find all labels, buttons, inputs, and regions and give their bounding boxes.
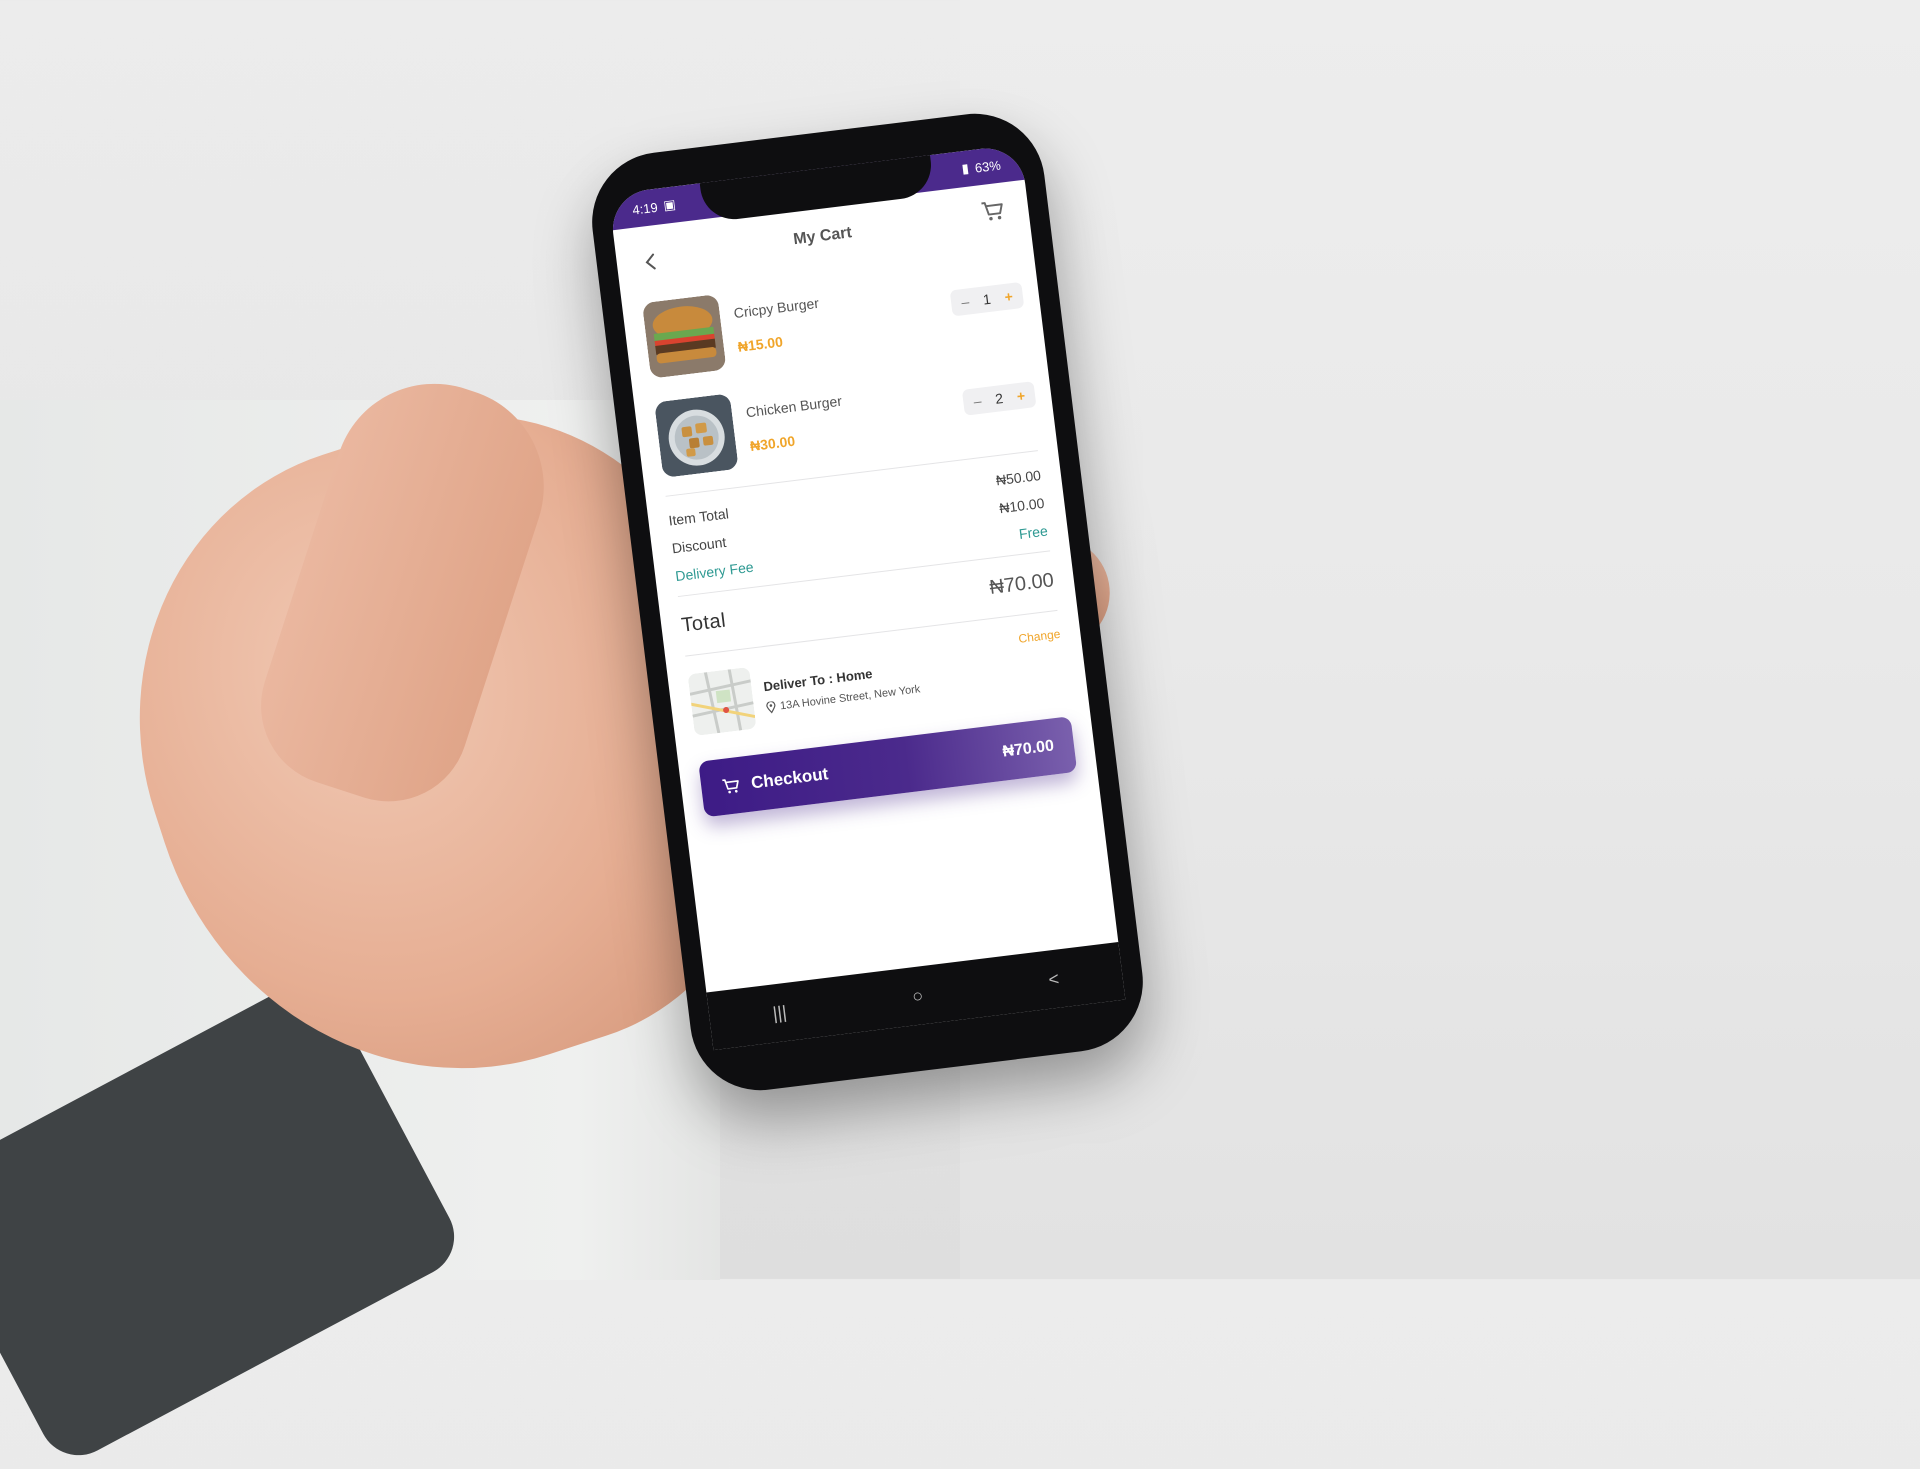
decrease-button[interactable]: –: [960, 293, 970, 310]
discount-label: Discount: [671, 533, 728, 557]
cart-icon[interactable]: [979, 196, 1008, 225]
signal-icon: ▮: [960, 160, 970, 177]
home-icon[interactable]: ○: [911, 985, 924, 1007]
recent-apps-icon[interactable]: |||: [771, 1001, 787, 1024]
location-pin-icon: [766, 700, 776, 713]
increase-button[interactable]: +: [1004, 288, 1014, 305]
quantity-stepper: – 2 +: [962, 381, 1037, 416]
chicken-thumbnail: [654, 393, 739, 478]
item-name: Chicken Burger: [745, 392, 843, 421]
item-price: ₦30.00: [749, 432, 796, 455]
checkout-label-group: Checkout: [720, 764, 829, 797]
delivery-fee-value: Free: [1018, 522, 1049, 542]
quantity-value: 1: [982, 290, 992, 308]
total-label: Total: [680, 609, 728, 637]
checkout-label: Checkout: [750, 764, 830, 793]
decrease-button[interactable]: –: [973, 393, 983, 410]
back-nav-icon[interactable]: <: [1047, 968, 1060, 990]
back-icon[interactable]: [638, 248, 665, 275]
discount-value: ₦10.00: [998, 494, 1046, 517]
item-name: Cricpy Burger: [732, 294, 820, 322]
status-left: 4:19 ▣: [631, 196, 677, 218]
background: [960, 0, 1920, 1279]
map-thumbnail: [687, 666, 757, 737]
checkout-amount: ₦70.00: [1001, 737, 1055, 761]
change-address-link[interactable]: Change: [1018, 627, 1061, 646]
page-title: My Cart: [792, 224, 853, 249]
item-total-value: ₦50.00: [995, 466, 1042, 489]
image-icon: ▣: [662, 196, 677, 213]
phone-screen: 4:19 ▣ ▮ 63% My Cart Cricpy Burger ₦15.0…: [608, 143, 1126, 1051]
item-price: ₦15.00: [736, 333, 784, 355]
battery-level: 63%: [973, 157, 1002, 176]
burger-thumbnail: [641, 294, 727, 379]
quantity-value: 2: [994, 390, 1004, 407]
item-total-label: Item Total: [667, 505, 730, 529]
cart-icon: [722, 779, 739, 794]
increase-button[interactable]: +: [1016, 387, 1026, 404]
delivery-info: Deliver To : Home 13A Hovine Street, New…: [763, 660, 921, 714]
quantity-stepper: – 1 +: [949, 281, 1025, 317]
status-right: ▮ 63%: [961, 157, 1002, 178]
delivery-fee-label: Delivery Fee: [674, 558, 755, 585]
status-time: 4:19: [631, 199, 659, 218]
item-info: Cricpy Burger ₦15.00: [733, 279, 955, 355]
total-value: ₦70.00: [988, 569, 1056, 599]
item-info: Chicken Burger ₦30.00: [745, 378, 967, 454]
